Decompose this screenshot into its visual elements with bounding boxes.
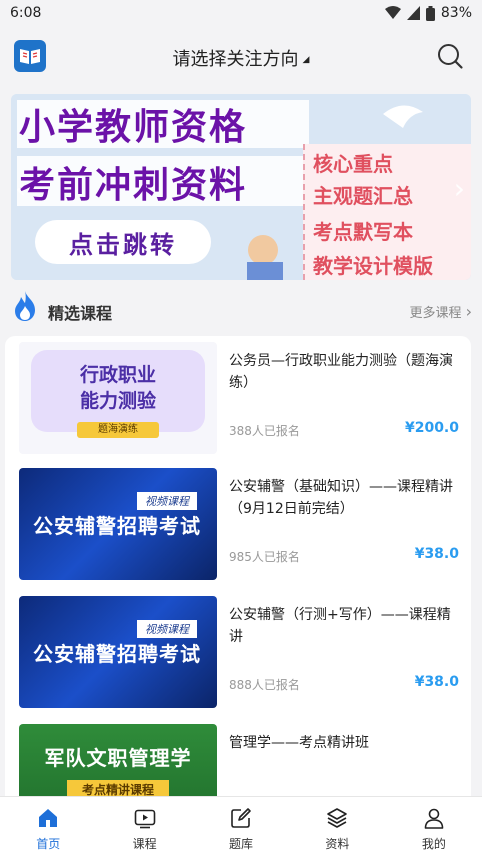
home-icon xyxy=(39,809,58,827)
course-title: 公务员—行政职业能力测验（题海演练） xyxy=(229,353,453,391)
caret-down-icon: ◢ xyxy=(302,55,310,65)
direction-selector[interactable]: 请选择关注方向 ◢ xyxy=(0,45,482,71)
layers-icon xyxy=(327,808,348,828)
banner-tag: 教学设计模版 xyxy=(313,254,433,278)
course-thumbnail: 军队文职管理学 考点精讲课程 xyxy=(19,724,217,806)
user-icon xyxy=(424,808,444,829)
course-list: 行政职业 能力测验 题海演练 公务员—行政职业能力测验（题海演练） 388人已报… xyxy=(5,336,471,806)
course-thumbnail: 行政职业 能力测验 题海演练 xyxy=(19,342,217,454)
tab-label: 首页 xyxy=(36,837,61,851)
thumb-text: 公安辅警招聘考试 xyxy=(33,514,201,538)
banner-tag: 核心重点 xyxy=(313,152,393,176)
section-title: 精选课程 xyxy=(48,304,113,323)
thumb-text: 军队文职管理学 xyxy=(44,746,192,770)
course-thumbnail: 视频课程 公安辅警招聘考试 xyxy=(19,468,217,580)
bottom-tab-bar: 首页 课程 题库 资料 我的 xyxy=(0,796,482,857)
thumb-video-tag: 视频课程 xyxy=(137,492,197,510)
course-item[interactable]: 视频课程 公安辅警招聘考试 公安辅警（基础知识）——课程精讲（9月12日前完结）… xyxy=(19,468,459,580)
course-item[interactable]: 军队文职管理学 考点精讲课程 管理学——考点精讲班 xyxy=(19,724,459,806)
tab-question-bank[interactable]: 题库 xyxy=(193,797,289,857)
tab-materials[interactable]: 资料 xyxy=(289,797,385,857)
promo-banner[interactable]: 小学教师资格 考前冲刺资料 点击跳转 核心重点 主观题汇总 考点默写本 教学设计… xyxy=(11,94,471,280)
wifi-icon xyxy=(384,6,401,19)
banner-headline-1: 小学教师资格 xyxy=(19,107,248,148)
status-bar: 6:08 83% xyxy=(0,0,482,28)
course-title: 管理学——考点精讲班 xyxy=(229,735,369,751)
enrolled-count: 388人已报名 xyxy=(229,424,300,438)
tab-label: 资料 xyxy=(325,837,350,851)
more-courses-link[interactable]: 更多课程 › xyxy=(409,302,472,321)
battery-percent: 83% xyxy=(440,5,472,21)
signal-icon xyxy=(406,6,420,20)
banner-jump-button[interactable]: 点击跳转 xyxy=(35,220,211,264)
course-price: ¥200.0 xyxy=(404,420,459,436)
enrolled-count: 888人已报名 xyxy=(229,678,300,692)
banner-tag: 主观题汇总 xyxy=(313,184,413,208)
search-icon[interactable] xyxy=(436,42,464,70)
banner-headline-2: 考前冲刺资料 xyxy=(19,165,248,206)
tab-label: 题库 xyxy=(229,837,254,851)
featured-courses-header: 精选课程 更多课程 › xyxy=(12,290,472,330)
course-title: 公安辅警（基础知识）——课程精讲（9月12日前完结） xyxy=(229,479,453,517)
tab-label: 课程 xyxy=(132,837,157,851)
tab-home[interactable]: 首页 xyxy=(0,797,96,857)
banner-prev-icon[interactable]: ‹ xyxy=(15,172,26,205)
course-price: ¥38.0 xyxy=(414,674,459,690)
enrolled-count: 985人已报名 xyxy=(229,550,300,564)
thumb-text: 行政职业 xyxy=(79,364,156,386)
battery-icon xyxy=(425,5,435,21)
edit-icon xyxy=(231,808,251,828)
course-thumbnail: 视频课程 公安辅警招聘考试 xyxy=(19,596,217,708)
thumb-video-tag: 视频课程 xyxy=(137,620,197,638)
flame-icon xyxy=(15,291,35,321)
course-item[interactable]: 行政职业 能力测验 题海演练 公务员—行政职业能力测验（题海演练） 388人已报… xyxy=(19,342,459,454)
video-icon xyxy=(134,809,155,829)
thumb-text: 能力测验 xyxy=(79,390,156,412)
course-price: ¥38.0 xyxy=(414,546,459,562)
course-title: 公安辅警（行测+写作）——课程精讲 xyxy=(229,607,451,645)
top-bar: 请选择关注方向 ◢ xyxy=(0,28,482,86)
tab-profile[interactable]: 我的 xyxy=(386,797,482,857)
tab-courses[interactable]: 课程 xyxy=(96,797,192,857)
chevron-right-icon: › xyxy=(465,302,472,321)
thumb-text: 公安辅警招聘考试 xyxy=(33,642,201,666)
banner-tag: 考点默写本 xyxy=(313,220,413,244)
banner-next-icon[interactable]: › xyxy=(454,172,465,205)
status-time: 6:08 xyxy=(10,5,42,21)
course-item[interactable]: 视频课程 公安辅警招聘考试 公安辅警（行测+写作）——课程精讲 888人已报名 … xyxy=(19,596,459,708)
tab-label: 我的 xyxy=(421,837,446,851)
thumb-tag: 题海演练 xyxy=(77,422,159,438)
page-title: 请选择关注方向 xyxy=(172,49,299,70)
